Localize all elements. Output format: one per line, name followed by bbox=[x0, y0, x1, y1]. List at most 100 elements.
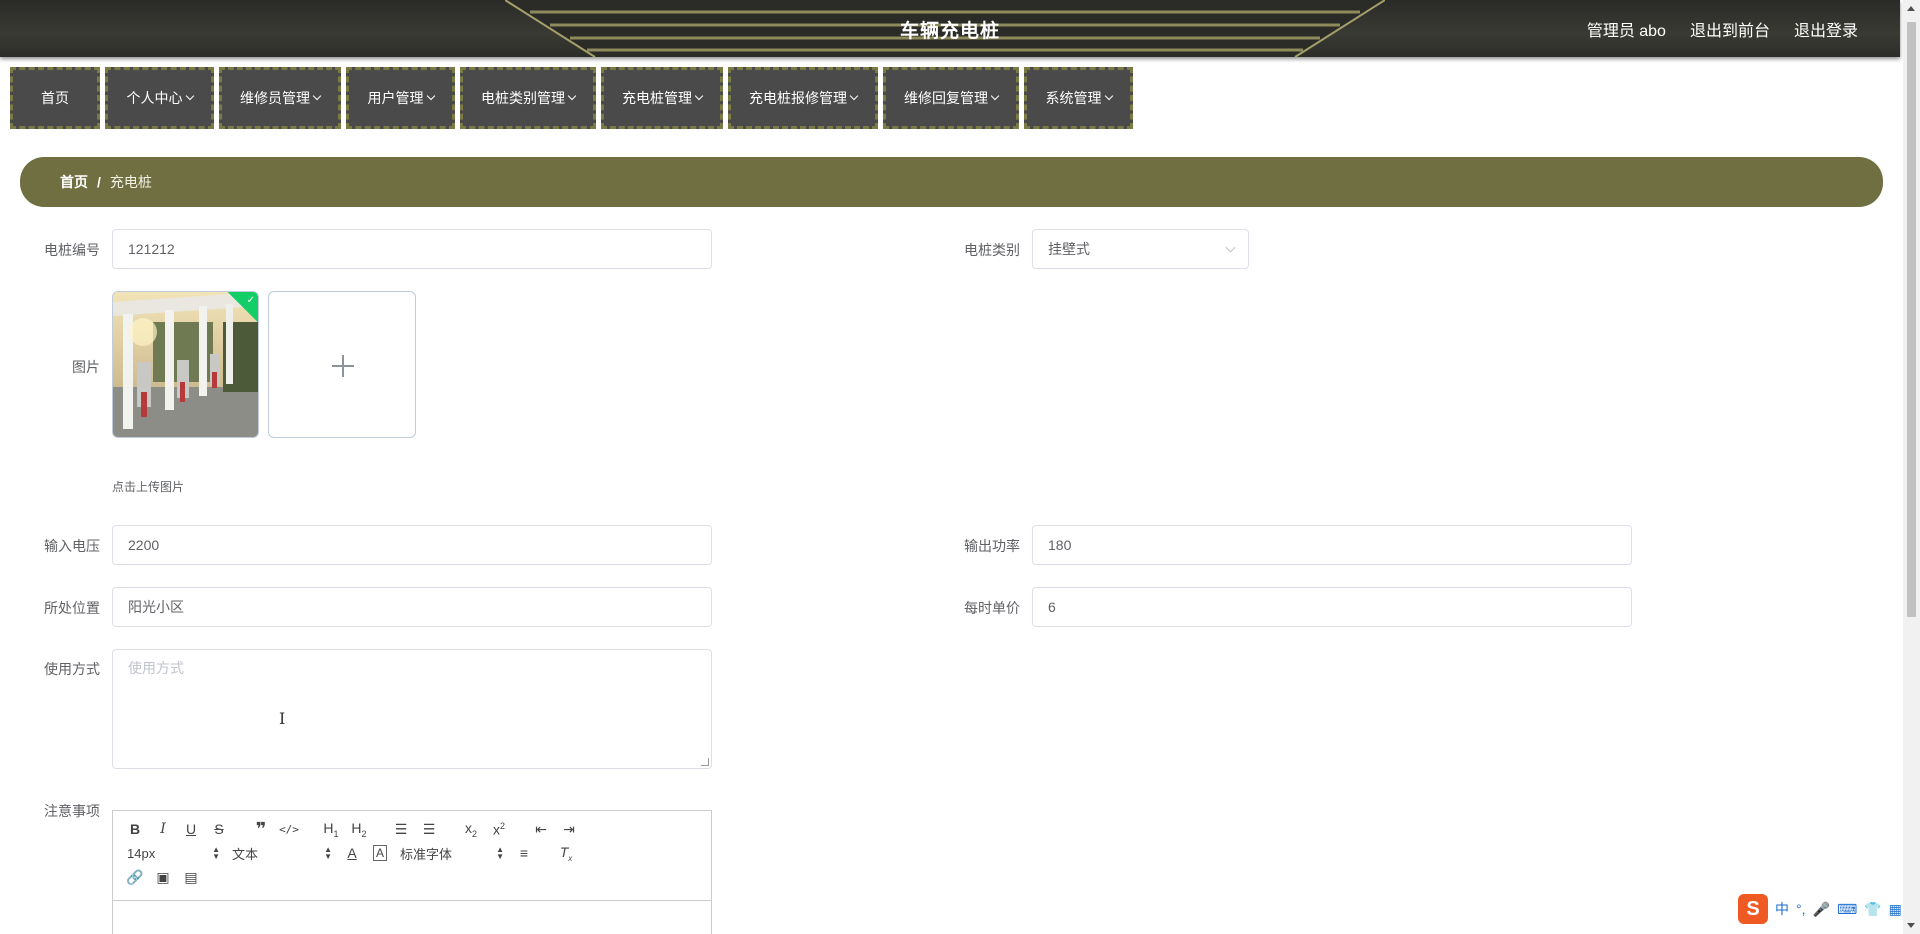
nav-repairman-mgmt[interactable]: 维修员管理 bbox=[219, 67, 341, 129]
heading-1-icon[interactable]: H1 bbox=[317, 820, 345, 839]
usage-label: 使用方式 bbox=[44, 661, 100, 677]
logout-link[interactable]: 退出登录 bbox=[1794, 17, 1858, 41]
updown-arrows-icon: ▲ ▼ bbox=[212, 845, 220, 861]
image-icon[interactable]: ▣ bbox=[149, 869, 177, 886]
pile-no-value: 121212 bbox=[128, 241, 175, 257]
editor-toolbar: B I U S ❞ </> H1 H2 ☰ ☰ x2 x2 ⇤ ⇥ 14px ▲ ▼… bbox=[113, 811, 711, 901]
upload-image-button[interactable] bbox=[268, 291, 416, 438]
breadcrumb: 首页 / 充电桩 bbox=[20, 157, 1883, 207]
toolbar-row: 🔗 ▣ ▤ bbox=[121, 865, 703, 889]
heading-2-icon[interactable]: H2 bbox=[345, 820, 373, 839]
italic-icon[interactable]: I bbox=[149, 821, 177, 837]
font-family-select[interactable]: 标准字体 ▲ ▼ bbox=[394, 844, 510, 863]
nav-home[interactable]: 首页 bbox=[10, 67, 100, 129]
updown-arrows-icon: ▲ ▼ bbox=[496, 845, 504, 861]
font-size-value: 14px bbox=[127, 845, 156, 861]
uploaded-image-thumbnail[interactable]: ✓ bbox=[112, 291, 259, 438]
resize-handle-icon[interactable] bbox=[701, 758, 709, 766]
input-voltage-label: 输入电压 bbox=[44, 538, 100, 554]
font-size-select[interactable]: 14px ▲ ▼ bbox=[121, 846, 226, 861]
sogou-logo-icon[interactable]: S bbox=[1738, 894, 1768, 924]
nav-label: 个人中心 bbox=[126, 90, 183, 106]
input-voltage-value: 2200 bbox=[128, 537, 160, 553]
scroll-up-arrow-icon[interactable] bbox=[1907, 6, 1915, 11]
outdent-icon[interactable]: ⇤ bbox=[527, 821, 555, 838]
plus-icon-vertical bbox=[342, 355, 344, 377]
chevron-down-icon bbox=[1104, 91, 1113, 101]
nav-user-mgmt[interactable]: 用户管理 bbox=[346, 67, 455, 129]
usage-textarea[interactable]: 使用方式 bbox=[112, 649, 712, 769]
microphone-icon[interactable]: 🎤 bbox=[1813, 901, 1830, 918]
hourly-price-input[interactable]: 6 bbox=[1032, 587, 1632, 627]
pile-no-label: 电桩编号 bbox=[44, 242, 100, 258]
output-power-value: 180 bbox=[1048, 537, 1072, 553]
notes-label: 注意事项 bbox=[44, 803, 100, 819]
page-scrollbar[interactable] bbox=[1903, 0, 1920, 934]
output-power-label: 输出功率 bbox=[964, 538, 1020, 554]
toolbar-row: 14px ▲ ▼ 文本 ▲ ▼ A A 标准字体 ▲ ▼ ≡ Tx bbox=[121, 841, 703, 865]
location-input[interactable]: 阳光小区 bbox=[112, 587, 712, 627]
underline-icon[interactable]: U bbox=[177, 821, 205, 837]
toolbox-icon[interactable]: ▦ bbox=[1889, 901, 1902, 918]
text-type-select[interactable]: 文本 ▲ ▼ bbox=[226, 844, 338, 863]
chevron-down-icon bbox=[426, 91, 435, 101]
chevron-down-icon bbox=[567, 91, 577, 101]
admin-user-link[interactable]: 管理员 abo bbox=[1587, 17, 1666, 41]
ime-language[interactable]: 中 bbox=[1775, 899, 1789, 919]
nav-repair-report-mgmt[interactable]: 充电桩报修管理 bbox=[728, 67, 878, 129]
background-color-icon[interactable]: A bbox=[373, 845, 387, 861]
bold-icon[interactable]: B bbox=[121, 821, 149, 837]
hourly-price-label: 每时单价 bbox=[964, 600, 1020, 616]
align-icon[interactable]: ≡ bbox=[510, 845, 538, 861]
superscript-icon[interactable]: x2 bbox=[485, 821, 513, 838]
nav-label: 维修员管理 bbox=[240, 90, 310, 106]
clear-format-icon[interactable]: Tx bbox=[552, 844, 580, 863]
category-label: 电桩类别 bbox=[964, 242, 1020, 258]
strikethrough-icon[interactable]: S bbox=[205, 821, 233, 837]
nav-label: 电桩类别管理 bbox=[481, 90, 565, 106]
nav-pile-category-mgmt[interactable]: 电桩类别管理 bbox=[460, 67, 596, 129]
keyboard-icon[interactable]: ⌨ bbox=[1837, 901, 1857, 918]
header-links: 管理员 abo 退出到前台 退出登录 bbox=[1587, 17, 1858, 41]
category-select[interactable]: 挂壁式 bbox=[1032, 229, 1249, 269]
ordered-list-icon[interactable]: ☰ bbox=[387, 821, 415, 838]
ime-toolbar: S 中 °, 🎤 ⌨ 👕 ▦ bbox=[1738, 893, 1903, 925]
nav-label: 首页 bbox=[41, 90, 69, 106]
nav-label: 充电桩报修管理 bbox=[749, 90, 847, 106]
toolbar-row: B I U S ❞ </> H1 H2 ☰ ☰ x2 x2 ⇤ ⇥ bbox=[121, 817, 703, 841]
notes-rich-text-editor: B I U S ❞ </> H1 H2 ☰ ☰ x2 x2 ⇤ ⇥ 14px ▲ ▼… bbox=[112, 810, 712, 934]
video-icon[interactable]: ▤ bbox=[177, 869, 205, 886]
nav-charging-pile-mgmt[interactable]: 充电桩管理 bbox=[601, 67, 723, 129]
upload-tip: 点击上传图片 bbox=[112, 480, 185, 494]
check-icon: ✓ bbox=[246, 295, 255, 306]
nav-repair-reply-mgmt[interactable]: 维修回复管理 bbox=[883, 67, 1019, 129]
code-block-icon[interactable]: </> bbox=[275, 823, 303, 836]
input-voltage-input[interactable]: 2200 bbox=[112, 525, 712, 565]
punctuation-icon[interactable]: °, bbox=[1796, 901, 1806, 917]
scrollbar-thumb[interactable] bbox=[1907, 22, 1916, 617]
chevron-down-icon bbox=[312, 91, 322, 101]
blockquote-icon[interactable]: ❞ bbox=[247, 819, 275, 840]
scroll-down-arrow-icon[interactable] bbox=[1907, 923, 1915, 928]
font-family-value: 标准字体 bbox=[400, 846, 453, 862]
hourly-price-value: 6 bbox=[1048, 599, 1056, 615]
breadcrumb-current: 充电桩 bbox=[109, 174, 152, 190]
pile-no-input[interactable]: 121212 bbox=[112, 229, 712, 269]
nav-label: 充电桩管理 bbox=[622, 90, 692, 106]
link-icon[interactable]: 🔗 bbox=[121, 869, 149, 886]
output-power-input[interactable]: 180 bbox=[1032, 525, 1632, 565]
text-cursor-icon: I bbox=[279, 709, 286, 728]
back-to-frontend-link[interactable]: 退出到前台 bbox=[1690, 17, 1770, 41]
bullet-list-icon[interactable]: ☰ bbox=[415, 821, 443, 838]
usage-placeholder: 使用方式 bbox=[128, 660, 184, 676]
nav-system-mgmt[interactable]: 系统管理 bbox=[1024, 67, 1133, 129]
subscript-icon[interactable]: x2 bbox=[457, 820, 485, 839]
nav-label: 用户管理 bbox=[367, 90, 424, 106]
charging-station-photo bbox=[113, 292, 258, 437]
skin-icon[interactable]: 👕 bbox=[1864, 901, 1881, 918]
indent-icon[interactable]: ⇥ bbox=[555, 821, 583, 838]
font-color-icon[interactable]: A bbox=[338, 845, 366, 861]
nav-personal-center[interactable]: 个人中心 bbox=[105, 67, 214, 129]
location-value: 阳光小区 bbox=[128, 599, 184, 615]
breadcrumb-home[interactable]: 首页 bbox=[60, 172, 88, 192]
